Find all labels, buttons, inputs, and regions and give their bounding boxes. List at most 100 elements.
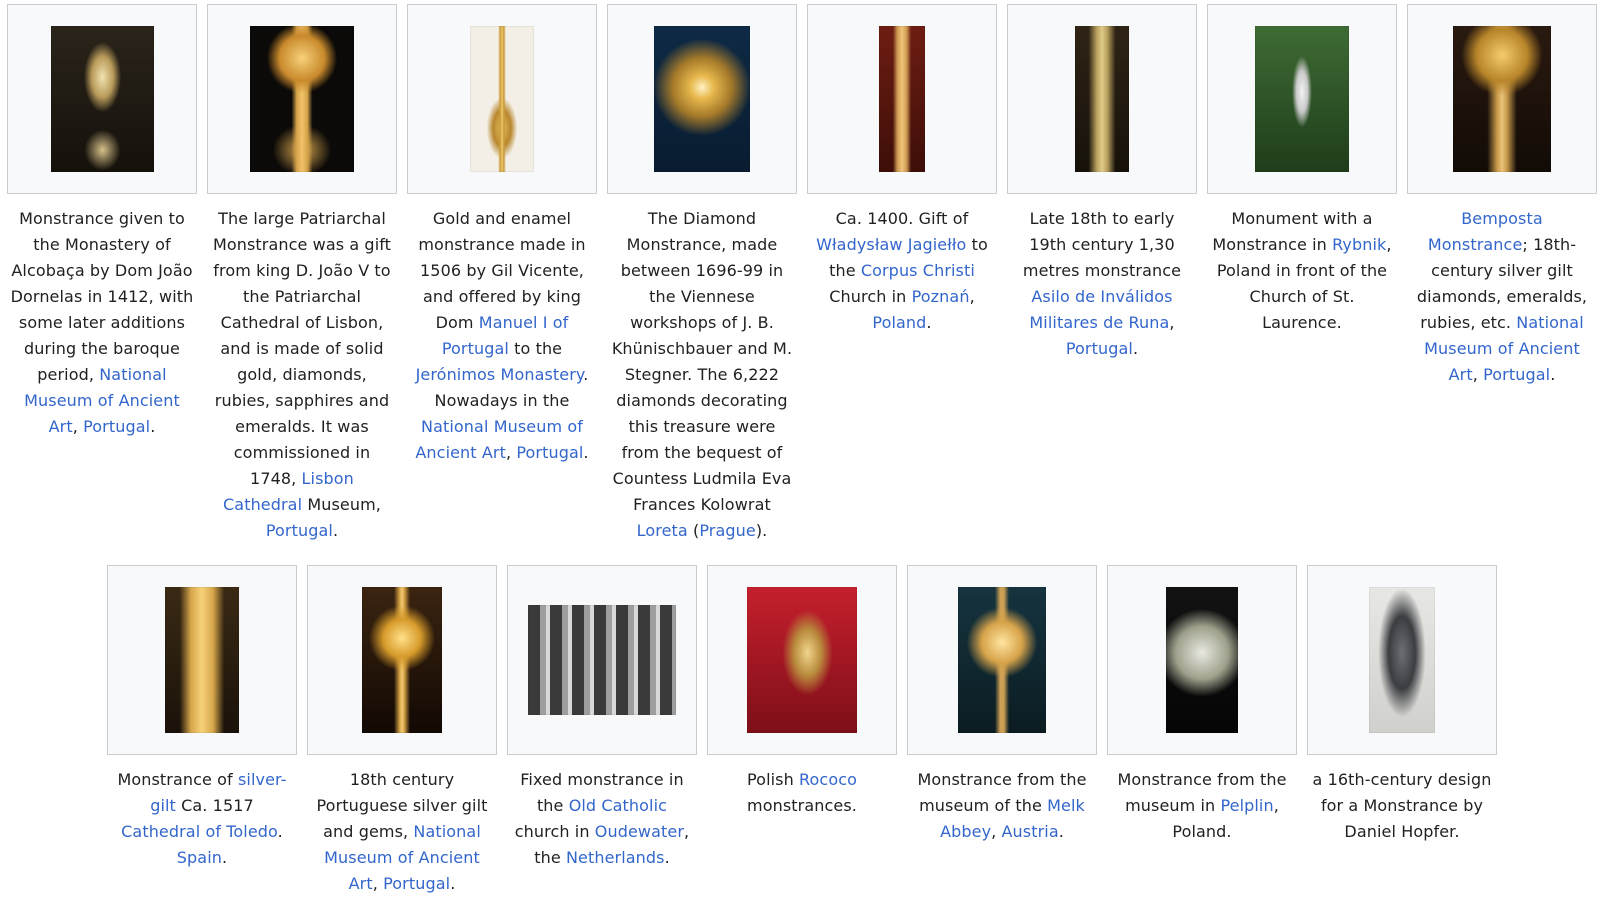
caption-text: ( bbox=[687, 521, 700, 540]
thumbnail-frame[interactable] bbox=[807, 4, 997, 194]
caption-link[interactable]: Portugal bbox=[516, 443, 583, 462]
monstrance-image[interactable] bbox=[50, 26, 154, 172]
caption-text: , bbox=[1169, 313, 1175, 332]
gallery-item: The large Patriarchal Monstrance was a g… bbox=[207, 4, 397, 544]
caption-text: . bbox=[277, 822, 283, 841]
gallery-caption: Fixed monstrance in the Old Catholic chu… bbox=[507, 755, 697, 871]
caption-link[interactable]: Cathedral of Toledo bbox=[121, 822, 278, 841]
monstrance-image[interactable] bbox=[165, 587, 239, 733]
thumbnail-frame[interactable] bbox=[707, 565, 897, 755]
monstrance-image[interactable] bbox=[1453, 26, 1551, 172]
gallery-caption: a 16th-century design for a Monstrance b… bbox=[1307, 755, 1497, 845]
monstrance-image[interactable] bbox=[1166, 587, 1238, 733]
monstrance-image[interactable] bbox=[879, 26, 925, 172]
caption-link[interactable]: Władysław Jagiełło bbox=[816, 235, 966, 254]
monstrance-image[interactable] bbox=[1255, 26, 1349, 172]
gallery-item: Monument with a Monstrance in Rybnik, Po… bbox=[1207, 4, 1397, 544]
thumbnail-frame[interactable] bbox=[607, 4, 797, 194]
monstrance-image[interactable] bbox=[362, 587, 442, 733]
caption-text: , bbox=[991, 822, 1002, 841]
caption-text: . bbox=[332, 521, 339, 540]
caption-text: a 16th-century design for a Monstrance b… bbox=[1312, 770, 1492, 841]
gallery-item: Late 18th to early 19th century 1,30 met… bbox=[1007, 4, 1197, 544]
caption-link[interactable]: Portugal bbox=[1483, 365, 1550, 384]
thumbnail-frame[interactable] bbox=[307, 565, 497, 755]
thumbnail-frame[interactable] bbox=[7, 4, 197, 194]
caption-link[interactable]: Portugal bbox=[1066, 339, 1133, 358]
caption-text: , bbox=[969, 287, 975, 306]
thumbnail-frame[interactable] bbox=[507, 565, 697, 755]
gallery-caption: Ca. 1400. Gift of Władysław Jagiełło to … bbox=[807, 194, 997, 336]
caption-text: . bbox=[1132, 339, 1139, 358]
thumbnail-frame[interactable] bbox=[907, 565, 1097, 755]
monstrance-image[interactable] bbox=[470, 26, 534, 172]
caption-text: church in bbox=[514, 822, 595, 841]
gallery-item: Polish Rococo monstrances. bbox=[707, 565, 897, 897]
caption-text: , bbox=[372, 874, 384, 893]
monstrance-image[interactable] bbox=[250, 26, 354, 172]
gallery-caption: Monstrance from the museum in Pelplin, P… bbox=[1107, 755, 1297, 845]
caption-text: Polish bbox=[747, 770, 800, 789]
caption-text: . bbox=[664, 848, 670, 867]
monstrance-image[interactable] bbox=[528, 605, 676, 715]
gallery-caption: Late 18th to early 19th century 1,30 met… bbox=[1007, 194, 1197, 362]
gallery-item: Gold and enamel monstrance made in 1506 … bbox=[407, 4, 597, 544]
thumbnail-frame[interactable] bbox=[207, 4, 397, 194]
gallery-item: Ca. 1400. Gift of Władysław Jagiełło to … bbox=[807, 4, 997, 544]
caption-text: , bbox=[1472, 365, 1484, 384]
caption-text: . bbox=[1550, 365, 1556, 384]
caption-link[interactable]: Poznań bbox=[912, 287, 970, 306]
caption-text: Late 18th to early 19th century 1,30 met… bbox=[1022, 209, 1182, 280]
caption-link[interactable]: Loreta bbox=[637, 521, 688, 540]
caption-link[interactable]: Netherlands bbox=[566, 848, 665, 867]
caption-link[interactable]: Jerónimos Monastery bbox=[416, 365, 584, 384]
caption-link[interactable]: Asilo de Inválidos Militares de Runa bbox=[1029, 287, 1172, 332]
gallery-caption: 18th century Portuguese silver gilt and … bbox=[307, 755, 497, 897]
caption-text: to the bbox=[508, 339, 563, 358]
caption-link[interactable]: Pelplin bbox=[1220, 796, 1273, 815]
gallery-caption: Monument with a Monstrance in Rybnik, Po… bbox=[1207, 194, 1397, 336]
caption-link[interactable]: Austria bbox=[1002, 822, 1059, 841]
thumbnail-frame[interactable] bbox=[1007, 4, 1197, 194]
caption-link[interactable]: Portugal bbox=[383, 874, 450, 893]
caption-text: . bbox=[450, 874, 456, 893]
gallery-item: Monstrance of silver-gilt Ca. 1517 Cathe… bbox=[107, 565, 297, 897]
monstrance-image[interactable] bbox=[1075, 26, 1129, 172]
caption-text: Museum, bbox=[302, 495, 381, 514]
monstrance-image[interactable] bbox=[747, 587, 857, 733]
gallery-row-1: Monstrance given to the Monastery of Alc… bbox=[7, 4, 1602, 544]
monstrance-image[interactable] bbox=[654, 26, 750, 172]
thumbnail-frame[interactable] bbox=[1107, 565, 1297, 755]
gallery-item: The Diamond Monstrance, made between 169… bbox=[607, 4, 797, 544]
caption-link[interactable]: Rococo bbox=[799, 770, 857, 789]
thumbnail-frame[interactable] bbox=[1207, 4, 1397, 194]
monstrance-image[interactable] bbox=[1369, 587, 1435, 733]
thumbnail-frame[interactable] bbox=[407, 4, 597, 194]
caption-text: . bbox=[583, 443, 589, 462]
thumbnail-frame[interactable] bbox=[107, 565, 297, 755]
monstrance-image[interactable] bbox=[958, 587, 1046, 733]
gallery-item: 18th century Portuguese silver gilt and … bbox=[307, 565, 497, 897]
thumbnail-frame[interactable] bbox=[1407, 4, 1597, 194]
caption-link[interactable]: Spain bbox=[177, 848, 222, 867]
caption-text: , bbox=[505, 443, 517, 462]
caption-text: . bbox=[1058, 822, 1064, 841]
gallery-caption: Polish Rococo monstrances. bbox=[707, 755, 897, 819]
caption-link[interactable]: Portugal bbox=[83, 417, 150, 436]
caption-link[interactable]: Prague bbox=[699, 521, 756, 540]
caption-text: Monstrance of bbox=[117, 770, 238, 789]
image-gallery: Monstrance given to the Monastery of Alc… bbox=[0, 0, 1602, 900]
gallery-caption: Bemposta Monstrance; 18th-century silver… bbox=[1407, 194, 1597, 388]
thumbnail-frame[interactable] bbox=[1307, 565, 1497, 755]
caption-link[interactable]: Corpus Christi bbox=[861, 261, 975, 280]
caption-text: ). bbox=[755, 521, 768, 540]
gallery-caption: The large Patriarchal Monstrance was a g… bbox=[207, 194, 397, 544]
caption-text: . bbox=[222, 848, 228, 867]
caption-link[interactable]: Rybnik bbox=[1332, 235, 1386, 254]
gallery-item: Fixed monstrance in the Old Catholic chu… bbox=[507, 565, 697, 897]
caption-link[interactable]: Portugal bbox=[266, 521, 333, 540]
caption-link[interactable]: Old Catholic bbox=[569, 796, 667, 815]
caption-link[interactable]: Oudewater bbox=[595, 822, 684, 841]
caption-text: Ca. 1517 bbox=[175, 796, 254, 815]
caption-link[interactable]: Poland bbox=[872, 313, 926, 332]
